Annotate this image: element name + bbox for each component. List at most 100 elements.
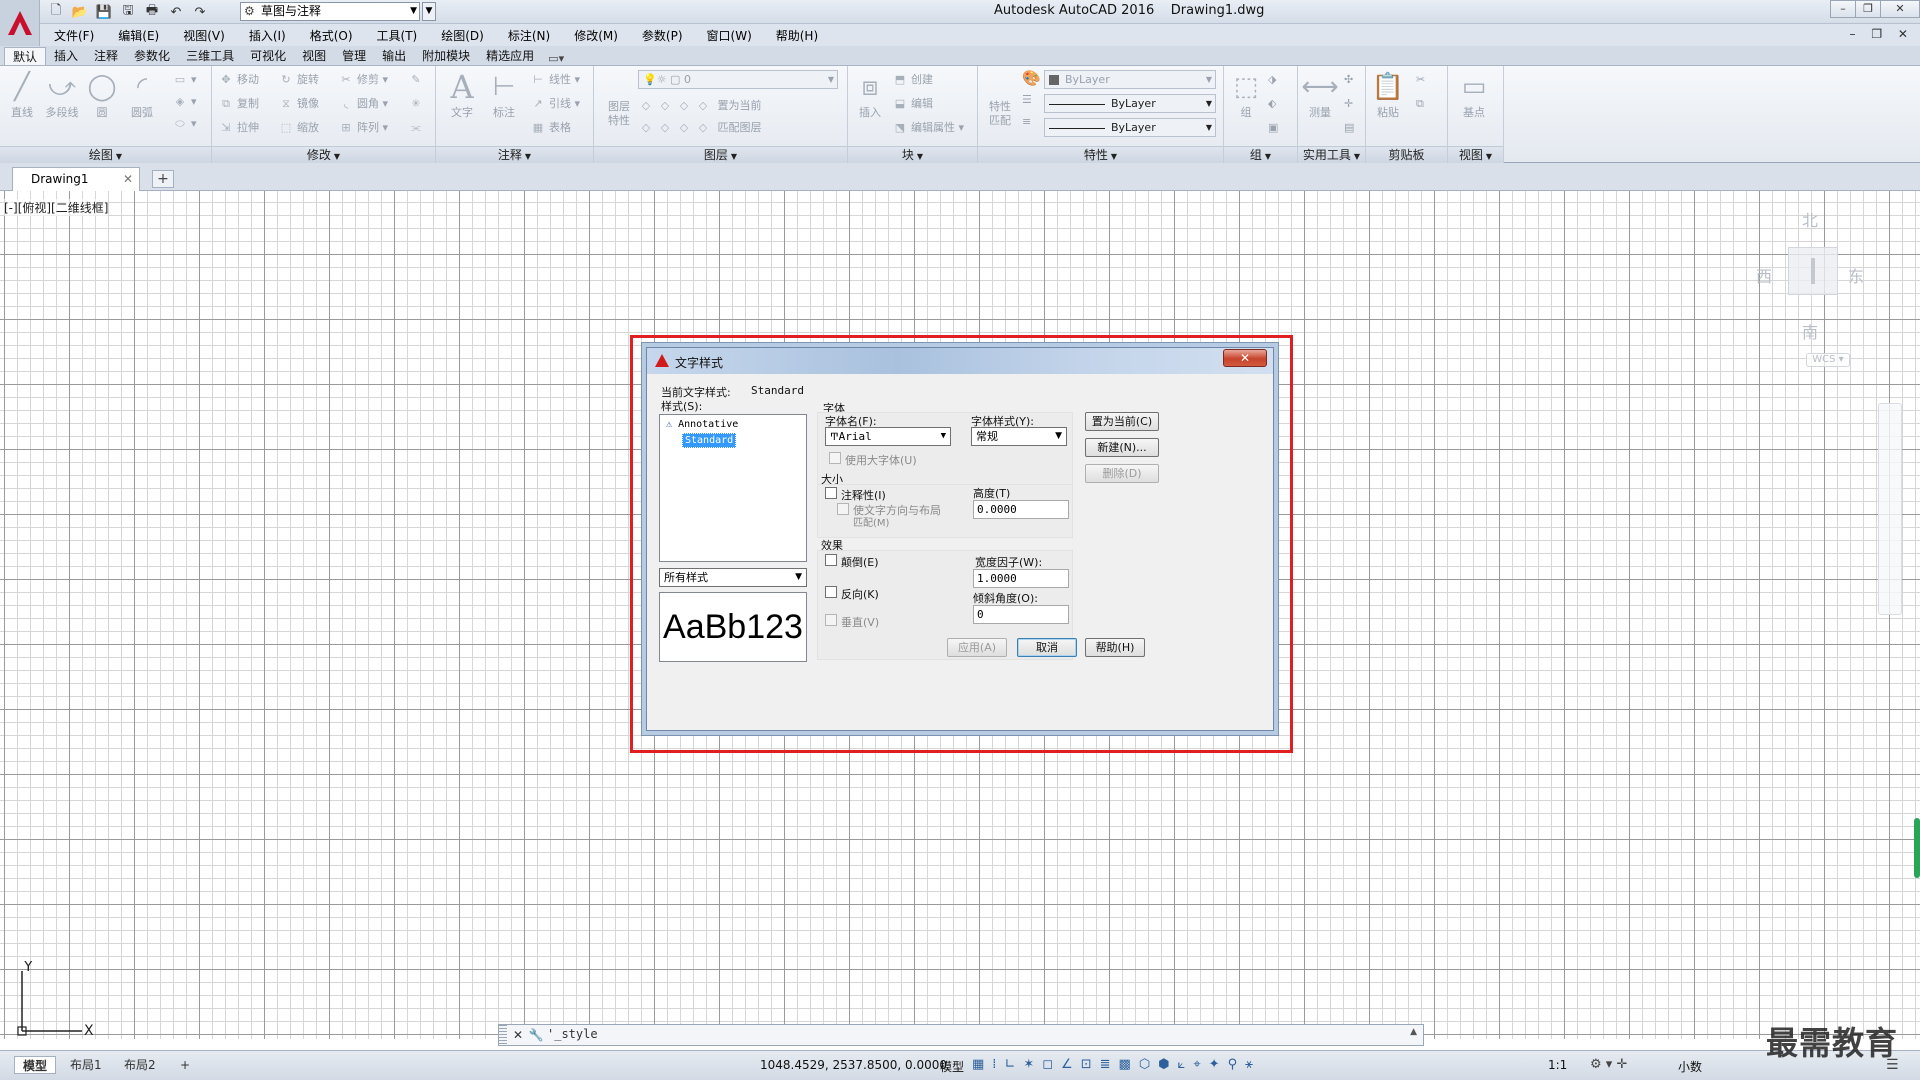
offset-tool[interactable]: ⫘ (408, 118, 427, 138)
linetype-icon[interactable]: ☰ (1022, 90, 1032, 110)
erase-tool[interactable]: ✎ (408, 70, 427, 90)
ortho-icon[interactable]: ∟ (1004, 1057, 1015, 1072)
explode-tool[interactable]: ✳ (408, 94, 427, 114)
layout-tab-1[interactable]: 布局1 (62, 1056, 110, 1074)
arc-tool[interactable]: ◜ 圆弧 (122, 70, 162, 120)
circle-tool[interactable]: ◯ 圆 (82, 70, 122, 120)
oblique-angle-input[interactable]: 0 (973, 605, 1069, 624)
apply-button[interactable]: 应用(A) (947, 638, 1007, 657)
navigation-bar[interactable] (1878, 403, 1902, 615)
delete-style-button[interactable]: 删除(D) (1085, 464, 1159, 483)
match-properties-tool[interactable]: 特性匹配 (980, 100, 1020, 128)
upside-down-checkbox[interactable] (825, 554, 837, 566)
viewcube-west[interactable]: 西 (1756, 263, 1772, 287)
ungroup-icon[interactable]: ⬗ (1268, 70, 1276, 90)
trim-tool[interactable]: ✂ 修剪 ▾ (338, 70, 388, 90)
model-space-button[interactable]: 模型 (940, 1058, 964, 1075)
qat-customize-button[interactable]: ▼ (422, 2, 436, 21)
panel-block-title[interactable]: 块 ▼ (848, 146, 977, 163)
dimension-tool[interactable]: ⊢ 标注 (484, 70, 524, 120)
tab-manage[interactable]: 管理 (334, 47, 374, 65)
tab-annotate[interactable]: 注释 (86, 47, 126, 65)
layer-combo[interactable]: 💡☼ ▢ 0 ▼ (638, 70, 838, 89)
viewcube-north[interactable]: 北 (1802, 207, 1818, 231)
cut-icon[interactable]: ✂ (1416, 70, 1425, 90)
annotation-visibility-icon[interactable]: ⚲ (1228, 1057, 1238, 1072)
tab-insert[interactable]: 插入 (46, 47, 86, 65)
dyn-icon[interactable]: ⊡ (1081, 1057, 1092, 1072)
gizmo-icon[interactable]: ✦ (1209, 1057, 1220, 1072)
new-file-icon[interactable]: 🗋 (46, 2, 66, 22)
otrack-icon[interactable]: ∠ (1061, 1057, 1073, 1072)
close-icon[interactable]: ✕ (123, 168, 133, 190)
menu-format[interactable]: 格式(O) (310, 27, 353, 44)
scale-tool[interactable]: ⬚ 缩放 (278, 118, 319, 138)
3d-osnap-icon[interactable]: ⬢ (1158, 1057, 1169, 1072)
add-layout-button[interactable]: + (172, 1056, 198, 1074)
workspace-select[interactable]: ⚙ 草图与注释 ▼ (240, 2, 420, 21)
tab-view[interactable]: 视图 (294, 47, 334, 65)
linetype-combo[interactable]: ByLayer ▼ (1044, 94, 1216, 113)
panel-draw-title[interactable]: 绘图 ▼ (0, 146, 211, 163)
redo-icon[interactable]: ↷ (190, 2, 210, 22)
menu-parametric[interactable]: 参数(P) (642, 27, 683, 44)
menu-edit[interactable]: 编辑(E) (118, 27, 159, 44)
panel-layers-title[interactable]: 图层 ▼ (594, 146, 847, 163)
text-tool[interactable]: A 文字 (442, 68, 482, 120)
save-as-icon[interactable]: 🖫 (118, 2, 138, 22)
menu-draw[interactable]: 绘图(D) (441, 27, 484, 44)
match-layout-checkbox[interactable] (837, 503, 849, 515)
annotative-checkbox[interactable] (825, 487, 837, 499)
help-button[interactable]: 帮助(H) (1085, 638, 1145, 657)
scrollbar-thumb[interactable] (1914, 818, 1920, 878)
font-style-select[interactable]: 常规 ▼ (971, 427, 1067, 446)
save-icon[interactable]: 💾 (94, 2, 114, 22)
tab-featured-apps[interactable]: 精选应用 (478, 47, 542, 65)
cancel-button[interactable]: 取消 (1017, 638, 1077, 657)
line-tool[interactable]: ╱ 直线 (2, 70, 42, 120)
panel-clipboard-title[interactable]: 剪贴板 (1366, 146, 1447, 163)
grid-icon[interactable]: ▦ (972, 1057, 984, 1072)
panel-annotation-title[interactable]: 注释 ▼ (436, 146, 593, 163)
rotate-tool[interactable]: ↻ 旋转 (278, 70, 319, 90)
layer-tools-row1[interactable]: ◇ ◇ ◇ ◇ 置为当前 (638, 96, 762, 116)
osnap-icon[interactable]: ◻ (1042, 1057, 1053, 1072)
menu-dimension[interactable]: 标注(N) (508, 27, 550, 44)
panel-modify-title[interactable]: 修改 ▼ (212, 146, 435, 163)
viewcube-east[interactable]: 东 (1848, 263, 1864, 287)
menu-modify[interactable]: 修改(M) (574, 27, 618, 44)
paste-tool[interactable]: 📋 粘贴 (1368, 70, 1408, 120)
color-combo[interactable]: ByLayer ▼ (1044, 70, 1216, 89)
minimize-button[interactable]: – (1830, 0, 1856, 18)
panel-properties-title[interactable]: 特性 ▼ (978, 146, 1223, 163)
print-icon[interactable]: 🖶 (142, 2, 162, 22)
lineweight-icon[interactable]: ≡ (1022, 112, 1031, 132)
polar-icon[interactable]: ✶ (1023, 1057, 1034, 1072)
style-filter-select[interactable]: 所有样式 ▼ (659, 568, 807, 587)
wrench-icon[interactable]: 🔧 (527, 1026, 545, 1044)
point-icon[interactable]: ✛ (1344, 94, 1353, 114)
measure-tool[interactable]: ⟷ 测量 (1300, 70, 1340, 120)
copy-tool[interactable]: ⧉ 复制 (218, 94, 259, 114)
hatch-tool[interactable]: ◈ ▾ (172, 92, 197, 112)
menu-view[interactable]: 视图(V) (183, 27, 225, 44)
table-tool[interactable]: ▦ 表格 (530, 118, 571, 138)
viewcube[interactable]: 北 西 东 南 WCS ▾ (1756, 207, 1866, 367)
tab-parametric[interactable]: 参数化 (126, 47, 178, 65)
menu-insert[interactable]: 插入(I) (249, 27, 286, 44)
backwards-checkbox[interactable] (825, 586, 837, 598)
polyline-tool[interactable]: ⤻ 多段线 (42, 70, 82, 120)
menu-window[interactable]: 窗口(W) (707, 27, 752, 44)
menu-file[interactable]: 文件(F) (54, 27, 94, 44)
stretch-tool[interactable]: ⇲ 拉伸 (218, 118, 259, 138)
document-tab[interactable]: Drawing1 ✕ (12, 167, 140, 191)
edit-block-tool[interactable]: ⬓ 编辑 (892, 94, 933, 114)
viewcube-south[interactable]: 南 (1802, 319, 1818, 343)
create-block-tool[interactable]: ⬒ 创建 (892, 70, 933, 90)
calculator-icon[interactable]: ▤ (1344, 118, 1354, 138)
layer-tools-row2[interactable]: ◇ ◇ ◇ ◇ 匹配图层 (638, 118, 762, 138)
command-line-grip[interactable] (499, 1025, 507, 1045)
rectangle-tool[interactable]: ▭ ▾ (172, 70, 197, 90)
panel-groups-title[interactable]: 组 ▼ (1224, 146, 1297, 163)
tab-home[interactable]: 默认 (4, 47, 47, 65)
